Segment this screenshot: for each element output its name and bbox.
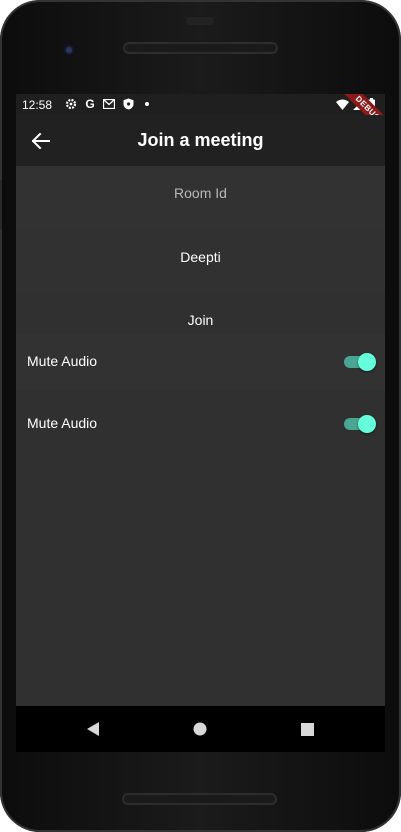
name-input[interactable]: Deepti	[16, 230, 385, 294]
switch-thumb	[358, 415, 376, 433]
room-id-input[interactable]: Room Id	[16, 166, 385, 230]
back-triangle-icon	[87, 722, 99, 736]
top-earpiece	[186, 17, 214, 25]
gear-icon	[64, 97, 78, 111]
mute-audio-row: Mute Audio	[16, 334, 385, 390]
nav-recents-button[interactable]	[296, 718, 318, 740]
app-bar: Join a meeting	[16, 115, 385, 166]
join-label: Join	[187, 312, 214, 328]
status-time: 12:58	[22, 98, 53, 112]
gmail-icon	[102, 97, 116, 111]
mute-audio-row-2: Mute Audio	[16, 396, 385, 452]
dot-icon	[140, 97, 154, 111]
shield-icon	[121, 97, 135, 111]
room-id-placeholder: Room Id	[174, 185, 227, 201]
wifi-icon	[336, 99, 349, 113]
home-circle-icon	[193, 722, 207, 736]
google-icon: G	[85, 97, 95, 111]
nav-back-button[interactable]	[82, 718, 104, 740]
phone-frame: 12:58 G DEBUG Join a meeting Room Id Dee…	[0, 0, 401, 832]
mute-audio-switch[interactable]	[344, 353, 376, 371]
status-bar: 12:58 G	[16, 94, 385, 115]
app-screen: 12:58 G DEBUG Join a meeting Room Id Dee…	[16, 94, 385, 752]
switch-thumb	[358, 353, 376, 371]
side-button	[0, 180, 2, 230]
top-speaker-grill	[123, 42, 278, 54]
bottom-speaker-grill	[122, 793, 277, 805]
system-nav-bar	[16, 706, 385, 752]
front-camera	[61, 42, 77, 58]
mute-audio-switch-2[interactable]	[344, 415, 376, 433]
mute-audio-label: Mute Audio	[27, 353, 98, 369]
notification-icons: G	[64, 97, 154, 111]
page-title: Join a meeting	[137, 130, 264, 150]
nav-home-button[interactable]	[189, 718, 211, 740]
name-value: Deepti	[180, 249, 221, 265]
mute-audio-label-2: Mute Audio	[27, 415, 98, 431]
recents-square-icon	[300, 722, 314, 736]
